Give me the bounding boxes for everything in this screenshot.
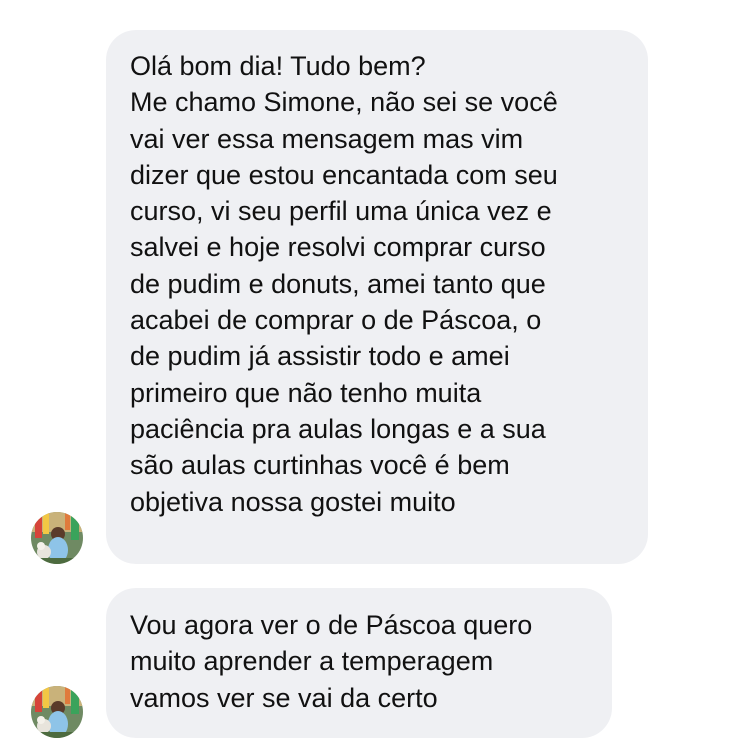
message-line: paciência pra aulas longas e a sua — [130, 413, 546, 444]
message-line: de pudim já assistir todo e amei — [130, 341, 510, 372]
message-line: vai ver essa mensagem mas vim — [130, 123, 524, 154]
message-line: Olá bom dia! Tudo bem? — [130, 51, 426, 81]
incoming-message-bubble[interactable]: Vou agora ver o de Páscoa quero muito ap… — [106, 588, 612, 738]
message-line: de pudim e donuts, amei tanto que — [130, 268, 546, 299]
incoming-message-bubble[interactable]: Olá bom dia! Tudo bem? Me chamo Simone, … — [106, 30, 648, 564]
avatar-photo — [31, 512, 83, 564]
message-line: Vou agora ver o de Páscoa quero — [130, 610, 533, 640]
message-line: acabei de comprar o de Páscoa, o — [130, 305, 542, 336]
contact-avatar[interactable] — [31, 512, 83, 564]
message-line: vamos ver se vai da certo — [130, 682, 438, 713]
message-line: salvei e hoje resolvi comprar curso — [130, 232, 546, 263]
message-line: Me chamo Simone, não sei se você — [130, 87, 558, 118]
avatar-photo — [31, 686, 83, 738]
message-line: primeiro que não tenho muita — [130, 377, 482, 408]
message-thread: Olá bom dia! Tudo bem? Me chamo Simone, … — [0, 0, 739, 756]
message-line: curso, vi seu perfil uma única vez e — [130, 196, 552, 227]
message-line: muito aprender a temperagem — [130, 646, 494, 677]
message-line: são aulas curtinhas você é bem — [130, 450, 510, 481]
message-line: objetiva nossa gostei muito — [130, 486, 456, 517]
message-line: dizer que estou encantada com seu — [130, 159, 558, 190]
contact-avatar[interactable] — [31, 686, 83, 738]
